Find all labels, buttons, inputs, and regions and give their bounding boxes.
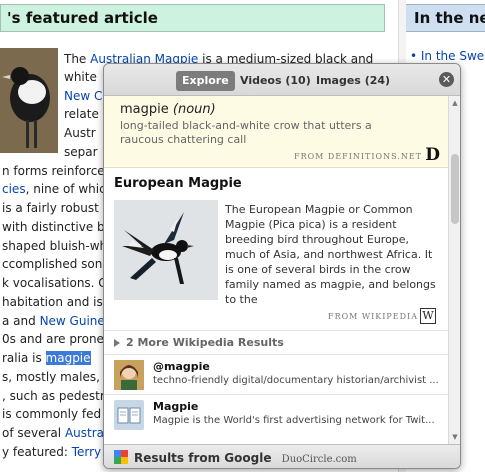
article-link[interactable]: New C	[64, 89, 102, 103]
article-line: separ	[64, 144, 98, 160]
wikipedia-source[interactable]: from Wikipedia	[328, 312, 418, 321]
result-row-magpie[interactable]: Magpie Magpie is the World's first adver…	[104, 394, 448, 434]
definition-source[interactable]: from Definitions.net	[294, 152, 422, 161]
article-line: cies, nine of which	[2, 181, 113, 197]
expand-triangle-icon	[114, 339, 120, 347]
result-description: Magpie is the World's first advertising …	[153, 415, 435, 426]
google-icon	[114, 450, 128, 464]
result-title[interactable]: Magpie	[153, 400, 198, 413]
article-line: with distinctive bl	[2, 219, 108, 235]
article-line: shaped bluish-whi	[2, 238, 110, 254]
book-icon	[114, 400, 144, 430]
article-text: separ	[64, 145, 98, 159]
article-text: is commonly fed	[2, 407, 102, 421]
article-text: with distinctive bl	[2, 220, 109, 234]
article-text: habitation and is	[2, 295, 103, 309]
article-text: k vocalisations. C	[2, 276, 107, 290]
wikipedia-logo-icon[interactable]: W	[420, 308, 436, 324]
article-line: is commonly fed	[2, 406, 101, 422]
scroll-up-icon[interactable]: ▲	[450, 98, 460, 108]
article-line: white	[64, 69, 97, 85]
article-text: , such as pedestr	[2, 389, 105, 403]
definition-panel: magpie (noun) long-tailed black-and-whit…	[104, 96, 448, 168]
definition-term: magpie	[120, 102, 169, 117]
more-wikipedia-results[interactable]: 2 More Wikipedia Results	[104, 330, 448, 354]
article-link[interactable]: Austra	[65, 426, 104, 440]
article-line: Austr	[64, 125, 96, 141]
in-the-news-heading: In the new	[405, 4, 485, 32]
article-text: The	[64, 52, 91, 66]
close-icon[interactable]: ✕	[439, 72, 454, 87]
wikipedia-snippet: The European Magpie or Common Magpie (Pi…	[225, 203, 436, 306]
article-line: s, mostly males,	[2, 369, 100, 385]
article-text: n forms reinforced	[2, 164, 113, 178]
selected-word[interactable]: magpie	[45, 351, 91, 365]
article-text: white	[64, 70, 97, 84]
tab-images[interactable]: Images (24)	[310, 71, 396, 91]
popup-scrollbar[interactable]: ▲ ▼	[448, 96, 460, 444]
article-line: is a fairly robust	[2, 200, 99, 216]
article-line: ccomplished song	[2, 256, 110, 272]
article-link[interactable]: cies	[2, 182, 26, 196]
article-line: , such as pedestr	[2, 388, 105, 404]
article-text: ralia is	[2, 351, 46, 365]
article-line: New C	[64, 88, 102, 104]
definitions-logo-icon[interactable]: D	[425, 145, 440, 165]
more-results-label: 2 More Wikipedia Results	[126, 336, 284, 349]
article-text: Austr	[64, 126, 96, 140]
featured-bird-photo[interactable]	[0, 48, 58, 153]
definition-term-line: magpie (noun)	[120, 102, 432, 117]
definition-part-of-speech: (noun)	[172, 102, 216, 117]
article-text: 0s and are prone	[2, 332, 104, 346]
article-line: k vocalisations. C	[2, 275, 107, 291]
article-line: habitation and is	[2, 294, 103, 310]
article-link[interactable]: New Guine	[40, 314, 105, 328]
article-line: n forms reinforced	[2, 163, 112, 179]
scroll-thumb[interactable]	[451, 154, 459, 224]
watermark-text: DuoCircle.com	[281, 454, 357, 465]
wikipedia-title[interactable]: European Magpie	[114, 176, 438, 191]
avatar	[114, 360, 144, 390]
google-results-label: Results from Google	[134, 451, 272, 465]
article-text: , nine of which	[25, 182, 114, 196]
tab-videos[interactable]: Videos (10)	[234, 71, 317, 91]
magpie-image[interactable]	[114, 200, 218, 300]
popup-tab-bar: Explore Videos (10) Images (24) ✕	[104, 64, 460, 96]
article-text: is a fairly robust	[2, 201, 99, 215]
tab-explore[interactable]: Explore	[176, 71, 235, 91]
article-text: a and	[2, 314, 40, 328]
article-line: a and New Guine	[2, 313, 105, 329]
article-text: shaped bluish-whi	[2, 239, 111, 253]
scroll-down-icon[interactable]: ▼	[450, 432, 460, 442]
google-results-bar[interactable]: Results from Google DuoCircle.com	[104, 444, 460, 468]
article-text: s, mostly males,	[2, 370, 100, 384]
article-text: ccomplished song	[2, 257, 110, 271]
lookup-popup: Explore Videos (10) Images (24) ✕ magpie…	[103, 63, 461, 469]
article-line: 0s and are prone	[2, 331, 104, 347]
definition-text: long-tailed black-and-white crow that ut…	[120, 119, 372, 146]
article-text: relate	[64, 107, 99, 121]
article-text: of several	[2, 426, 65, 440]
news-line[interactable]: • In the Swe	[410, 48, 484, 64]
wikipedia-panel: European Magpie The European Magpie or C…	[104, 170, 448, 330]
result-title[interactable]: @magpie	[153, 360, 210, 373]
article-text: y featured:	[2, 445, 72, 459]
article-line: of several Austra	[2, 425, 104, 441]
result-row-twitter[interactable]: @magpie techno-friendly digital/document…	[104, 354, 448, 394]
result-description: techno-friendly digital/documentary hist…	[153, 375, 439, 386]
article-line: relate	[64, 106, 99, 122]
featured-article-heading: 's featured article	[0, 4, 385, 32]
article-line: ralia is magpie	[2, 350, 91, 366]
